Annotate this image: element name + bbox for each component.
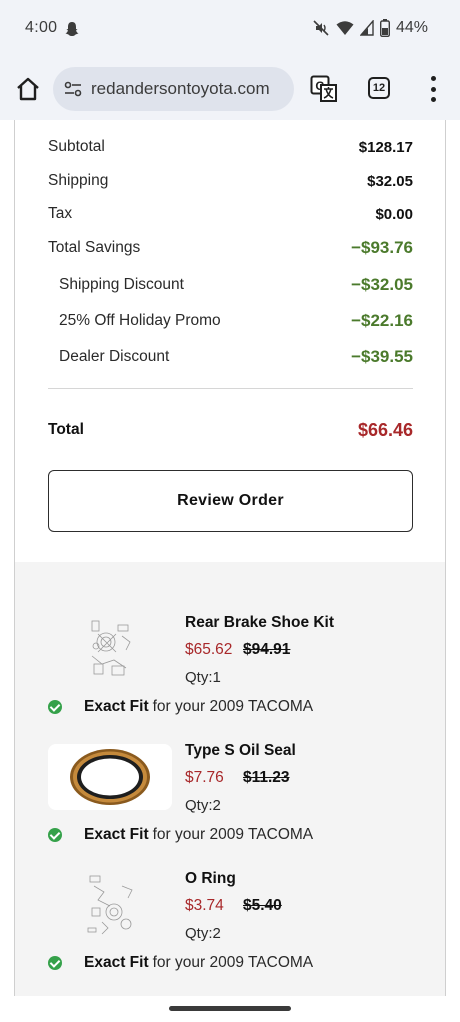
- exact-fit-row: Exact Fit for your 2009 TACOMA: [48, 824, 313, 846]
- system-nav-bar: [0, 996, 460, 1022]
- item-original-price: $94.91: [243, 641, 291, 658]
- check-circle-icon: [48, 828, 62, 842]
- dealer-discount-value: −$39.55: [351, 347, 413, 366]
- holiday-promo-value: −$22.16: [351, 311, 413, 330]
- address-bar[interactable]: redandersontoyota.com: [53, 67, 294, 111]
- review-order-button[interactable]: Review Order: [48, 470, 413, 532]
- exact-fit-vehicle: for your 2009 TACOMA: [152, 826, 314, 843]
- item-quantity: Qty:1: [185, 669, 221, 686]
- gesture-handle[interactable]: [169, 1006, 291, 1011]
- shipping-discount-value: −$32.05: [351, 275, 413, 294]
- wifi-icon: [336, 21, 354, 35]
- holiday-promo-label: 25% Off Holiday Promo: [59, 312, 221, 329]
- shipping-discount-label: Shipping Discount: [59, 276, 184, 293]
- frame-border-right: [445, 120, 446, 996]
- total-savings-label: Total Savings: [48, 239, 141, 256]
- subtotal-value: $128.17: [358, 138, 413, 156]
- home-icon[interactable]: [14, 75, 42, 103]
- subtotal-row: Subtotal $128.17: [48, 136, 413, 158]
- status-time: 4:00: [25, 19, 58, 36]
- item-sale-price: $3.74: [185, 897, 224, 914]
- check-circle-icon: [48, 956, 62, 970]
- total-savings-row: Total Savings −$93.76: [48, 237, 413, 259]
- order-summary-page: Subtotal $128.17 Shipping $32.05 Tax $0.…: [0, 120, 460, 996]
- shipping-row: Shipping $32.05: [48, 170, 413, 192]
- signal-icon: [359, 20, 374, 36]
- tax-label: Tax: [48, 205, 73, 222]
- cart-item: O Ring $3.74 $5.40 Qty:2 Exact Fit for y…: [15, 864, 445, 992]
- cart-item: Type S Oil Seal $7.76 $11.23 Qty:2 Exact…: [15, 736, 445, 864]
- shipping-value: $32.05: [367, 172, 413, 190]
- tabs-icon[interactable]: 12: [368, 77, 390, 99]
- site-settings-icon[interactable]: [63, 79, 83, 99]
- subtotal-label: Subtotal: [48, 138, 105, 155]
- holiday-promo-row: 25% Off Holiday Promo −$22.16: [48, 310, 413, 332]
- battery-icon: [379, 19, 390, 37]
- total-value: $66.46: [357, 419, 413, 440]
- cart-item: Rear Brake Shoe Kit $65.62 $94.91 Qty:1 …: [15, 608, 445, 736]
- total-label: Total: [48, 421, 84, 438]
- tax-value: $0.00: [375, 205, 413, 223]
- exact-fit-label: Exact Fit: [84, 698, 149, 715]
- more-menu-icon[interactable]: [425, 76, 441, 102]
- item-original-price: $11.23: [243, 769, 290, 786]
- check-circle-icon: [48, 700, 62, 714]
- oil-seal-thumbnail[interactable]: [48, 744, 172, 810]
- shipping-label: Shipping: [48, 172, 109, 189]
- parts-diagram-image: [91, 620, 131, 676]
- battery-percent: 44%: [395, 19, 428, 36]
- item-name[interactable]: O Ring: [185, 870, 236, 888]
- item-name[interactable]: Rear Brake Shoe Kit: [185, 614, 334, 632]
- item-sale-price: $7.76: [185, 769, 224, 786]
- oil-seal-image: [70, 749, 150, 805]
- tax-row: Tax $0.00: [48, 203, 413, 225]
- item-name[interactable]: Type S Oil Seal: [185, 742, 296, 760]
- exact-fit-row: Exact Fit for your 2009 TACOMA: [48, 696, 313, 718]
- item-sale-price: $65.62: [185, 641, 233, 658]
- status-icons: 44%: [312, 19, 428, 37]
- summary-divider: [48, 388, 413, 389]
- cart-items-panel: Rear Brake Shoe Kit $65.62 $94.91 Qty:1 …: [15, 562, 445, 996]
- o-ring-diagram-thumbnail[interactable]: [48, 872, 172, 938]
- url-text: redandersontoyota.com: [91, 79, 270, 98]
- total-row: Total $66.46: [48, 419, 413, 441]
- exact-fit-row: Exact Fit for your 2009 TACOMA: [48, 952, 313, 974]
- exact-fit-vehicle: for your 2009 TACOMA: [152, 954, 314, 971]
- dealer-discount-label: Dealer Discount: [59, 348, 170, 365]
- translate-icon[interactable]: G: [310, 75, 338, 103]
- dealer-discount-row: Dealer Discount −$39.55: [48, 346, 413, 368]
- browser-toolbar: redandersontoyota.com G 12: [0, 58, 460, 120]
- brake-shoe-diagram-thumbnail[interactable]: [48, 616, 172, 682]
- shipping-discount-row: Shipping Discount −$32.05: [48, 274, 413, 296]
- exact-fit-label: Exact Fit: [84, 826, 149, 843]
- item-quantity: Qty:2: [185, 797, 221, 814]
- snapchat-ghost-icon: [65, 22, 79, 36]
- item-quantity: Qty:2: [185, 925, 221, 942]
- parts-diagram-image: [87, 875, 133, 935]
- status-bar: 4:00 44%: [0, 0, 460, 58]
- item-original-price: $5.40: [243, 897, 282, 914]
- exact-fit-vehicle: for your 2009 TACOMA: [152, 698, 314, 715]
- exact-fit-label: Exact Fit: [84, 954, 149, 971]
- total-savings-value: −$93.76: [351, 238, 413, 257]
- mute-icon: [313, 20, 329, 36]
